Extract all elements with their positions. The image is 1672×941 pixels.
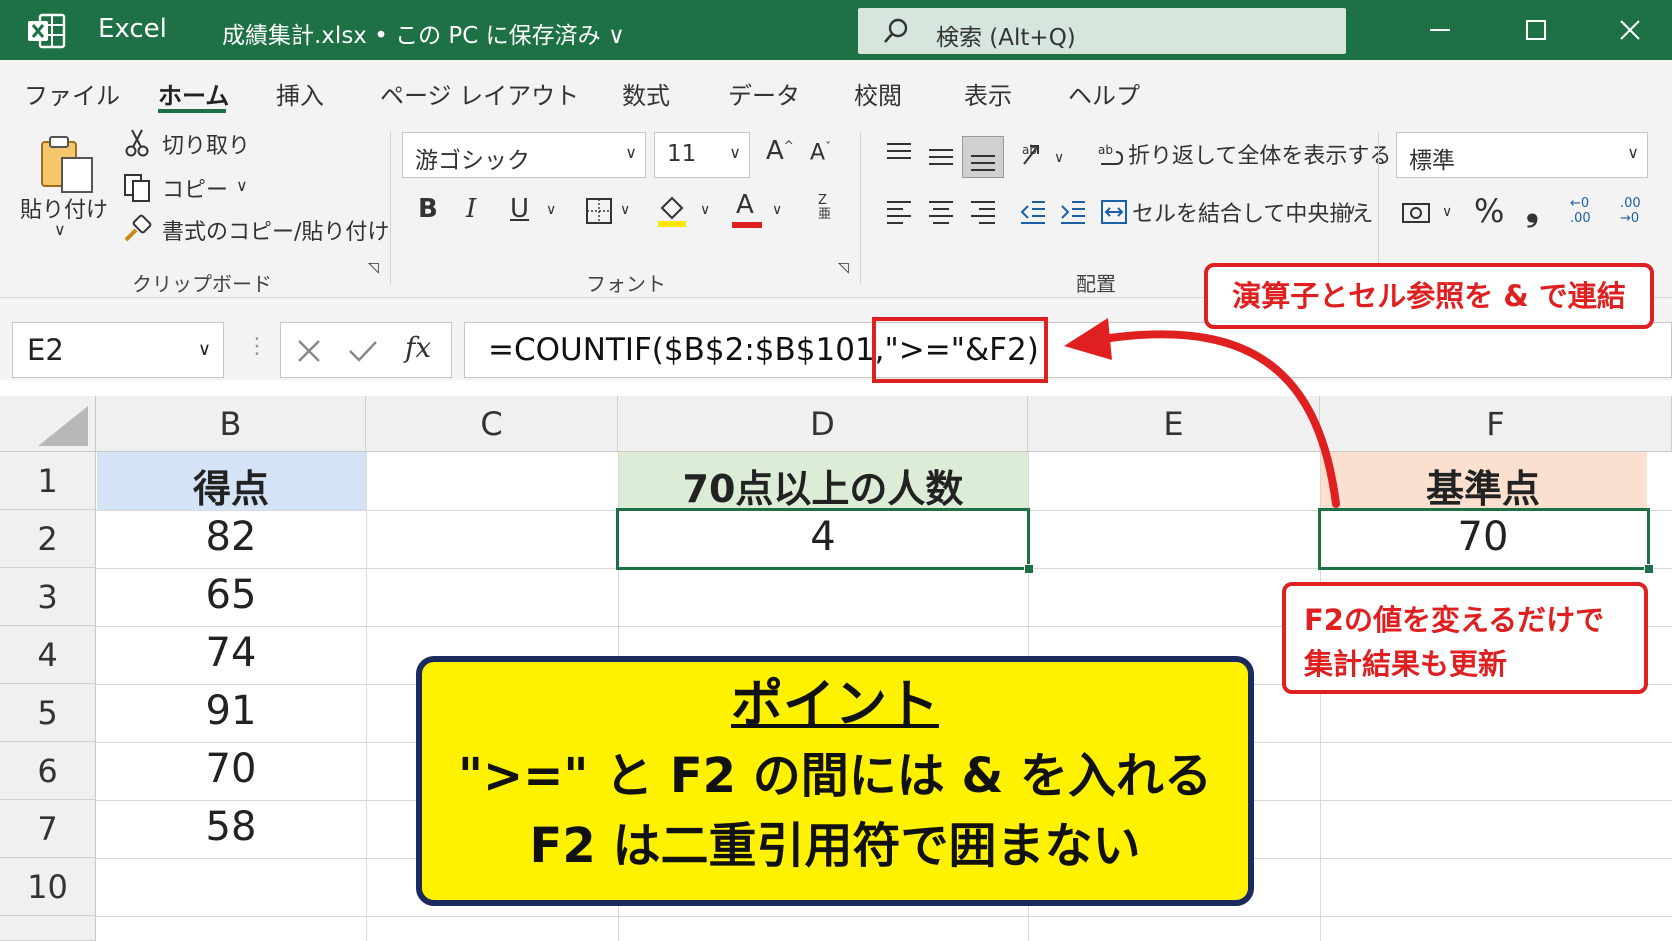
point-line-2: F2 は二重引用符で囲まない xyxy=(529,818,1141,874)
connector-arrow xyxy=(1106,330,1340,508)
point-callout: ポイント ">=" と F2 の間には & を入れる F2 は二重引用符で囲まな… xyxy=(416,656,1254,906)
point-title: ポイント xyxy=(730,675,939,735)
update-callout: F2の値を変えるだけで 集計結果も更新 xyxy=(1282,582,1648,694)
point-line-1: ">=" と F2 の間には & を入れる xyxy=(457,748,1213,804)
arrow-head-icon xyxy=(1064,318,1112,360)
concat-callout: 演算子とセル参照を & で連結 xyxy=(1204,263,1654,329)
